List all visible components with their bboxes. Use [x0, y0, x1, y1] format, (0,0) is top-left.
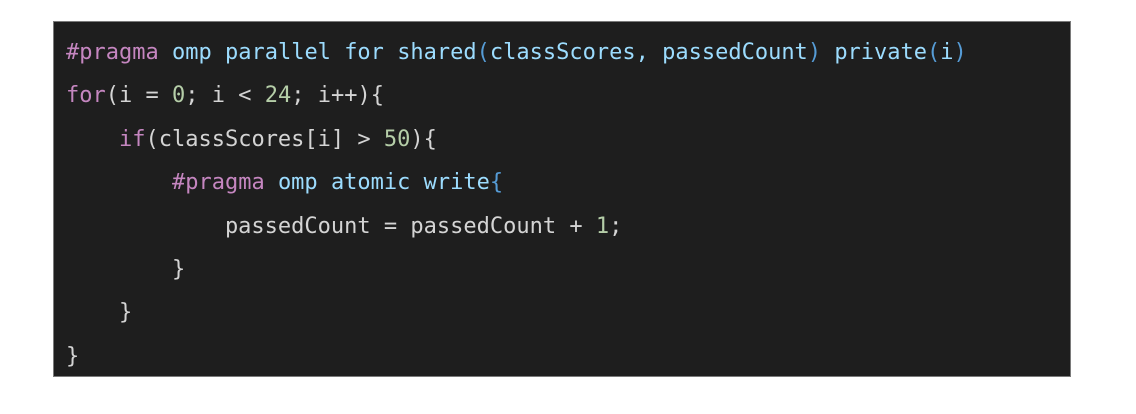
- code-token: passedCount = passedCount +: [66, 213, 596, 239]
- code-token: (classScores[i] >: [145, 126, 384, 152]
- code-line: if(classScores[i] > 50){: [54, 118, 1070, 161]
- code-token: (i =: [105, 83, 172, 109]
- code-token: i: [940, 40, 954, 65]
- code-token: 24: [264, 83, 292, 109]
- code-token: 0: [171, 83, 186, 109]
- code-token: ;: [609, 213, 623, 239]
- code-line: #pragma omp atomic write{: [54, 161, 1070, 204]
- code-line: passedCount = passedCount + 1;: [54, 205, 1070, 248]
- code-token: }: [66, 256, 186, 282]
- code-token: for: [66, 83, 106, 109]
- code-token: ){: [410, 126, 437, 152]
- code-token: ; i++){: [291, 83, 384, 109]
- code-token: write: [423, 170, 490, 196]
- code-token: 50: [383, 126, 411, 152]
- code-token: parallel: [224, 40, 331, 65]
- code-line: }: [54, 291, 1070, 334]
- code-editor-panel: #pragma omp parallel for shared(classSco…: [53, 21, 1071, 377]
- code-line: for(i = 0; i < 24; i++){: [54, 74, 1070, 117]
- code-token: (: [927, 40, 941, 65]
- code-token: for: [344, 40, 384, 65]
- code-token: atomic: [330, 170, 411, 196]
- code-token: }: [66, 343, 80, 369]
- code-token: {: [489, 170, 504, 196]
- code-line: }: [54, 248, 1070, 291]
- code-line: }: [54, 335, 1070, 378]
- code-token: 1: [595, 213, 610, 239]
- code-token: shared: [397, 40, 477, 65]
- code-token: omp: [277, 170, 318, 196]
- code-token: private: [834, 40, 928, 65]
- code-token: }: [66, 300, 133, 326]
- code-token: ; i <: [185, 83, 265, 109]
- code-token: classScores, passedCount: [489, 40, 808, 65]
- code-token: ): [953, 40, 967, 65]
- code-token: #pragma: [66, 40, 159, 65]
- code-token: (: [476, 40, 490, 65]
- code-token: ): [807, 40, 822, 65]
- code-token: #pragma: [171, 170, 265, 196]
- code-token: omp: [171, 40, 212, 65]
- code-token: if: [118, 126, 146, 152]
- code-line: #pragma omp parallel for shared(classSco…: [54, 31, 1070, 74]
